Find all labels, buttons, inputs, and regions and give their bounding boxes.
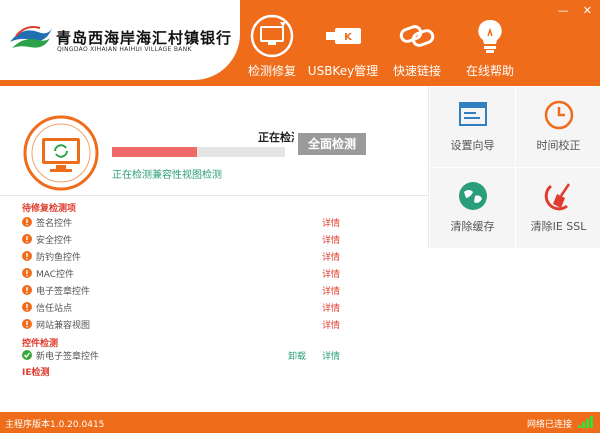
item-label: 电子签章控件 xyxy=(36,287,91,297)
details-link[interactable]: 详情 xyxy=(322,318,340,331)
signal-icon xyxy=(578,416,593,428)
uninstall-link[interactable]: 卸载 xyxy=(288,349,306,362)
setup-wizard-label: 设置向导 xyxy=(450,139,495,152)
nav-quick-link-label: 快速链接 xyxy=(392,64,441,78)
details-link[interactable]: 详情 xyxy=(322,250,340,263)
details-link[interactable]: 详情 xyxy=(322,301,340,314)
clock-icon xyxy=(544,100,573,130)
setup-wizard-tile[interactable]: 设置向导 xyxy=(430,87,515,167)
svg-text:K: K xyxy=(344,32,353,43)
setup-wizard-icon xyxy=(458,102,487,126)
item-label: 新电子签章控件 xyxy=(36,352,100,362)
details-link[interactable]: 详情 xyxy=(322,284,340,297)
nav-online-help[interactable]: 在线帮助 xyxy=(450,14,530,79)
bank-logo-icon xyxy=(10,26,52,48)
lightbulb-icon xyxy=(478,19,502,53)
nav-usbkey-label: USBKey管理 xyxy=(307,64,379,78)
clear-cache-label: 清除缓存 xyxy=(450,220,495,233)
nav-detect-repair[interactable]: 检测修复 xyxy=(232,14,312,79)
monitor-refresh-icon xyxy=(250,14,294,58)
clear-ie-ssl-tile[interactable]: 清除IE SSL xyxy=(516,168,600,248)
title-bar: 青岛西海岸海汇村镇银行 QINGDAO XIHAIAN HAIHUI VILLA… xyxy=(0,0,600,86)
list-item: 网站兼容视图 详情 xyxy=(22,318,352,332)
divider xyxy=(0,195,428,196)
nav-detect-repair-label: 检测修复 xyxy=(247,64,296,78)
section-ie: IE检测 xyxy=(22,368,50,378)
bank-name-cn: 青岛西海岸海汇村镇银行 xyxy=(56,29,233,47)
version-text: 主程序版本1.0.20.0415 xyxy=(5,420,105,430)
section-controls: 控件检测 xyxy=(22,339,59,349)
warning-icon xyxy=(22,217,32,227)
check-icon xyxy=(22,350,32,360)
usb-key-icon: K xyxy=(326,28,361,44)
broom-icon xyxy=(544,183,570,211)
item-label: 信任站点 xyxy=(36,304,73,314)
details-link[interactable]: 详情 xyxy=(322,349,340,362)
details-link[interactable]: 详情 xyxy=(322,216,340,229)
scan-title: 正在检测中 xyxy=(258,131,294,144)
item-label: 安全控件 xyxy=(36,236,73,246)
globe-clean-icon xyxy=(458,182,487,210)
list-item: MAC控件 详情 xyxy=(22,267,352,281)
list-item: 安全控件 详情 xyxy=(22,233,352,247)
warning-icon xyxy=(22,319,32,329)
scan-status-text: 正在检测兼容性视图检测 xyxy=(112,170,222,181)
section-pending: 待修复检测项 xyxy=(22,204,77,214)
status-bar: 主程序版本1.0.20.0415 网络已连接 xyxy=(0,412,600,433)
full-scan-button[interactable]: 全面检测 xyxy=(298,133,366,155)
scan-progress-fill xyxy=(112,147,197,157)
scan-monitor-icon xyxy=(23,115,99,191)
item-label: 网站兼容视图 xyxy=(36,321,91,331)
list-item: 防钓鱼控件 详情 xyxy=(22,250,352,264)
warning-icon xyxy=(22,302,32,312)
main-panel: 正在检测中 全面检测 正在检测兼容性视图检测 待修复检测项 签名控件 详情 安全… xyxy=(0,86,600,412)
warning-icon xyxy=(22,251,32,261)
clear-ie-ssl-label: 清除IE SSL xyxy=(530,220,587,233)
item-label: 防钓鱼控件 xyxy=(36,253,82,263)
close-button[interactable]: ✕ xyxy=(583,4,592,17)
item-label: MAC控件 xyxy=(36,270,75,280)
warning-icon xyxy=(22,285,32,295)
scan-progress-bar xyxy=(112,147,285,157)
list-item: 信任站点 详情 xyxy=(22,301,352,315)
tools-panel: 设置向导 时间校正 清除缓存 清除IE SSL xyxy=(428,86,600,248)
list-item: 签名控件 详情 xyxy=(22,216,352,230)
list-item: 电子签章控件 详情 xyxy=(22,284,352,298)
details-link[interactable]: 详情 xyxy=(322,233,340,246)
warning-icon xyxy=(22,268,32,278)
item-label: 签名控件 xyxy=(36,219,73,229)
warning-icon xyxy=(22,234,32,244)
network-status: 网络已连接 xyxy=(526,420,572,430)
bank-name-en: QINGDAO XIHAIAN HAIHUI VILLAGE BANK xyxy=(57,46,192,53)
nav-quick-link[interactable]: 快速链接 xyxy=(377,14,457,79)
list-item: 新电子签章控件 卸载 详情 xyxy=(22,349,352,363)
nav-usbkey[interactable]: K USBKey管理 xyxy=(303,14,383,79)
window-controls: — ✕ xyxy=(558,4,592,17)
minimize-button[interactable]: — xyxy=(558,4,569,17)
details-link[interactable]: 详情 xyxy=(322,267,340,280)
clear-cache-tile[interactable]: 清除缓存 xyxy=(430,168,515,248)
nav-online-help-label: 在线帮助 xyxy=(465,64,514,78)
logo-panel: 青岛西海岸海汇村镇银行 QINGDAO XIHAIAN HAIHUI VILLA… xyxy=(0,0,240,80)
link-icon xyxy=(399,25,435,47)
time-correct-label: 时间校正 xyxy=(536,139,581,152)
time-correct-tile[interactable]: 时间校正 xyxy=(516,87,600,167)
